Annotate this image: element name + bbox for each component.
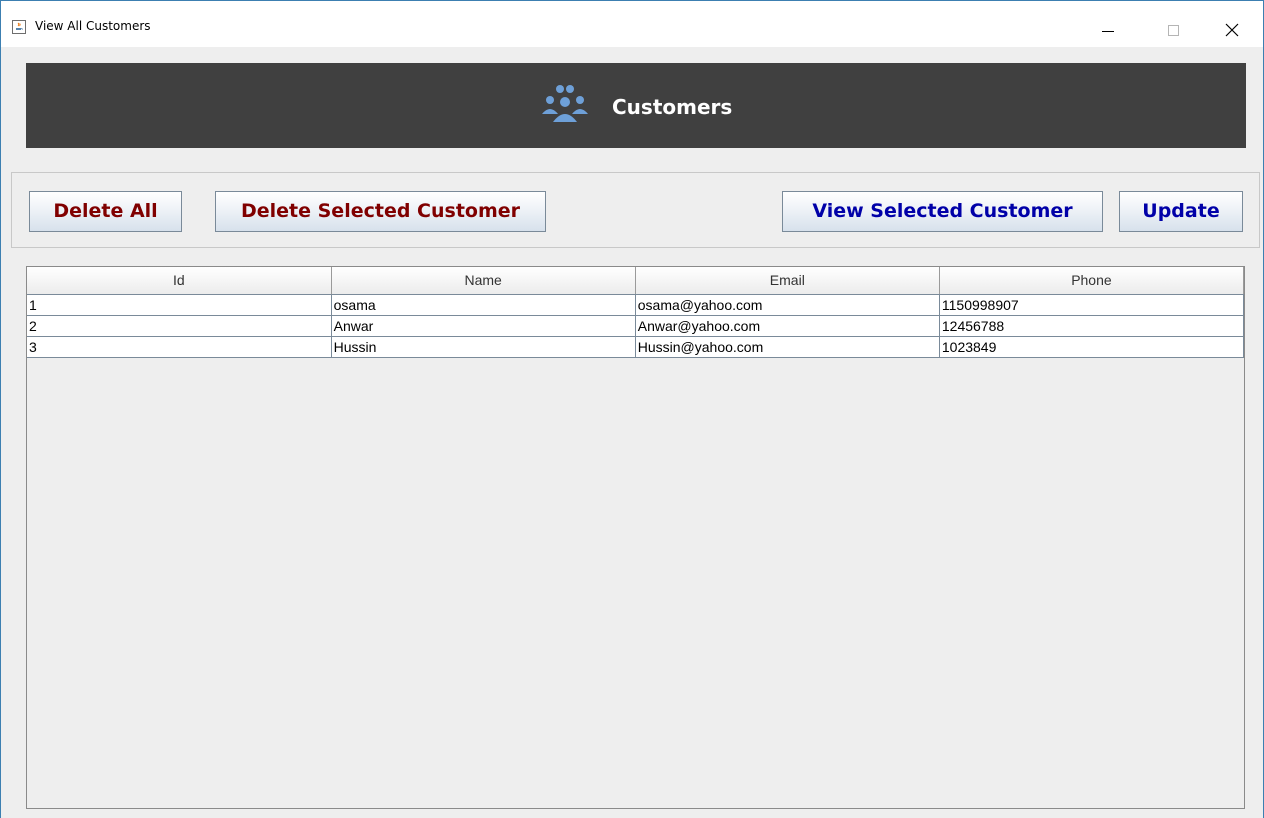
cell-id[interactable]: 3 [27,336,332,358]
customers-table[interactable]: Id Name Email Phone 1 osama osama@yahoo.… [27,267,1245,358]
customers-window: View All Customers Customers Delete All … [0,0,1264,818]
maximize-button[interactable] [1151,10,1197,48]
minimize-icon [1102,31,1114,32]
title-bar[interactable]: View All Customers [1,1,1263,47]
cell-name[interactable]: osama [331,294,636,316]
maximize-icon [1168,25,1179,36]
delete-all-button[interactable]: Delete All [29,191,182,232]
column-header-name[interactable]: Name [331,267,636,295]
window-title: View All Customers [35,19,151,33]
table-row[interactable]: 1 osama osama@yahoo.com 1150998907 [27,294,1245,316]
java-cup-icon [12,20,26,34]
cell-phone[interactable]: 1150998907 [939,294,1245,316]
view-selected-customer-button[interactable]: View Selected Customer [782,191,1103,232]
customers-table-scrollpane[interactable]: Id Name Email Phone 1 osama osama@yahoo.… [26,266,1245,809]
minimize-button[interactable] [1085,10,1131,48]
close-button[interactable] [1209,10,1255,48]
page-title: Customers [612,95,733,119]
people-group-icon [542,85,588,122]
column-header-id[interactable]: Id [27,267,332,295]
cell-email[interactable]: osama@yahoo.com [635,294,940,316]
header-banner: Customers [26,63,1246,148]
cell-email[interactable]: Hussin@yahoo.com [635,336,940,358]
table-row[interactable]: 2 Anwar Anwar@yahoo.com 12456788 [27,315,1245,337]
cell-email[interactable]: Anwar@yahoo.com [635,315,940,337]
cell-id[interactable]: 1 [27,294,332,316]
cell-name[interactable]: Hussin [331,336,636,358]
cell-name[interactable]: Anwar [331,315,636,337]
close-icon [1225,23,1239,37]
table-row[interactable]: 3 Hussin Hussin@yahoo.com 1023849 [27,336,1245,358]
cell-phone[interactable]: 12456788 [939,315,1245,337]
delete-selected-customer-button[interactable]: Delete Selected Customer [215,191,546,232]
column-header-email[interactable]: Email [635,267,940,295]
update-button[interactable]: Update [1119,191,1243,232]
cell-id[interactable]: 2 [27,315,332,337]
table-header-row: Id Name Email Phone [27,267,1245,295]
column-header-phone[interactable]: Phone [939,267,1245,295]
cell-phone[interactable]: 1023849 [939,336,1245,358]
